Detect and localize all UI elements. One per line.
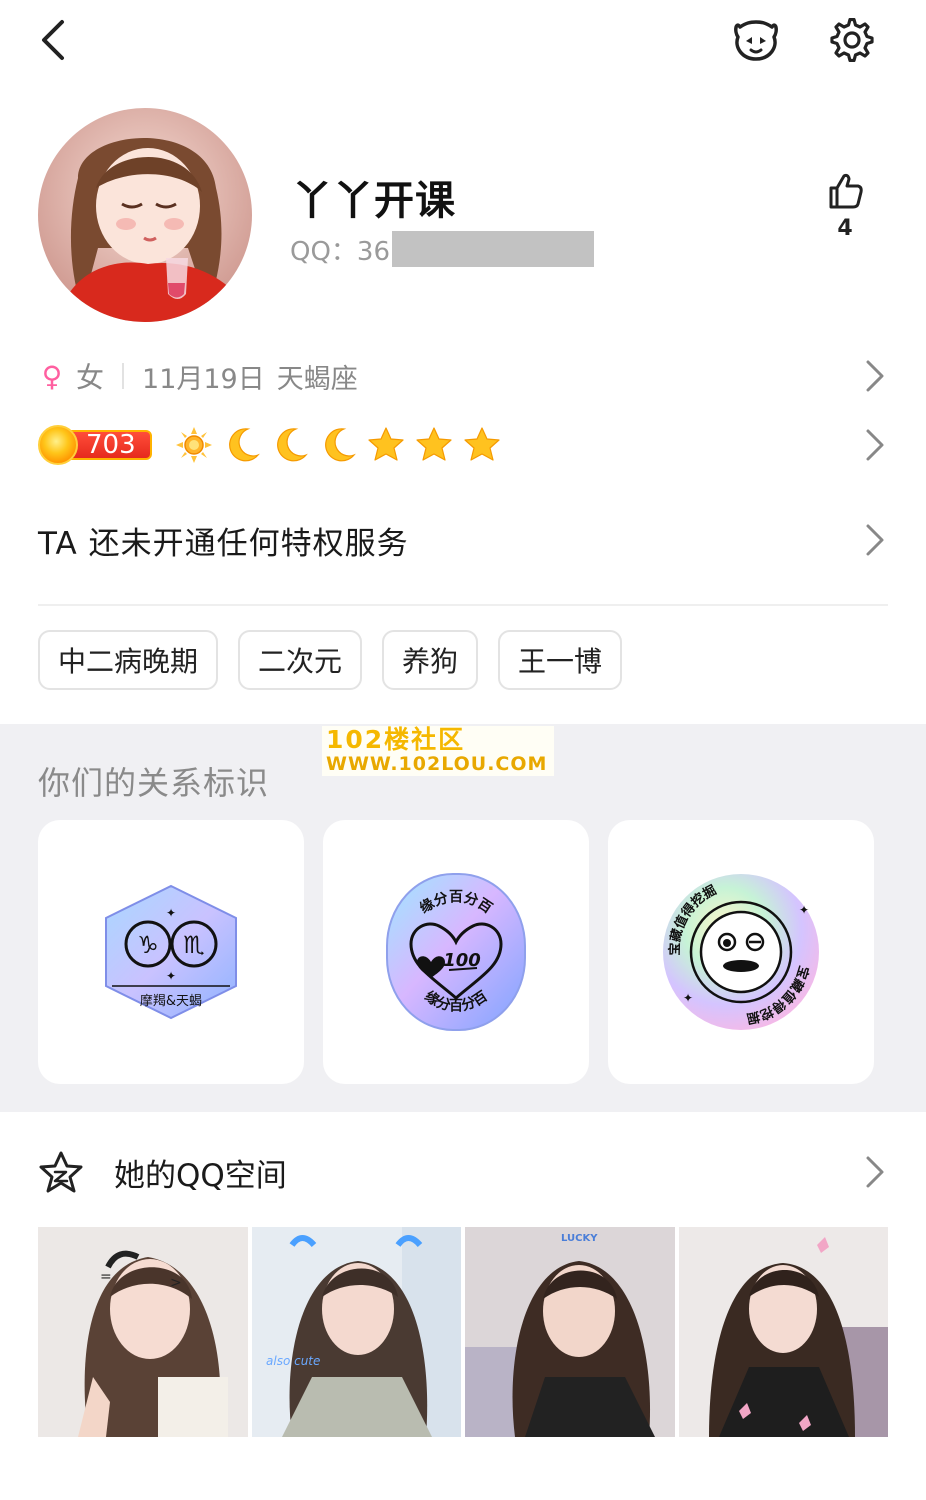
photo-image: LUCKY [465, 1227, 675, 1437]
divider [38, 604, 888, 606]
pet-button[interactable] [728, 12, 784, 68]
back-arrow-icon [42, 20, 64, 60]
avatar[interactable] [38, 108, 252, 322]
level-moon-icon [314, 421, 362, 469]
watermark-url: WWW.102LOU.COM [326, 753, 548, 775]
interest-tags: 中二病晚期 二次元 养狗 王一博 [38, 630, 623, 690]
relation-section: 你们的关系标识 102楼社区 WWW.102LOU.COM ♑ ♏ ✦ ✦ 摩羯… [0, 724, 926, 1112]
photo-image: = > [38, 1227, 248, 1437]
like-button[interactable]: 4 [812, 172, 878, 262]
level-star-icon [458, 421, 506, 469]
gear-icon [830, 18, 874, 62]
svg-text:♏: ♏ [183, 931, 205, 959]
qzone-photo[interactable] [678, 1227, 888, 1437]
photo-image: also cute [251, 1227, 461, 1437]
chevron-right-icon [866, 1156, 884, 1188]
watermark: 102楼社区 WWW.102LOU.COM [322, 726, 554, 776]
svg-text:=: = [100, 1269, 112, 1285]
qq-level-row[interactable]: 703 [38, 418, 888, 472]
separator [122, 363, 125, 389]
relation-title: 你们的关系标识 [38, 764, 270, 802]
level-star-icon [410, 421, 458, 469]
level-sun-icon [170, 421, 218, 469]
pet-face-icon [734, 20, 778, 61]
tag[interactable]: 二次元 [238, 630, 363, 690]
level-badge: 703 [38, 425, 152, 465]
level-moon-icon [218, 421, 266, 469]
privilege-text: TA 还未开通任何特权服务 [38, 525, 409, 562]
chevron-right-icon [866, 429, 884, 461]
qq-label: QQ：36 [290, 236, 391, 267]
female-icon: ♀ [41, 359, 63, 393]
qzone-star-icon [39, 1151, 83, 1193]
chevron-right-icon [866, 360, 884, 392]
back-button[interactable] [26, 12, 82, 68]
qzone-photo[interactable]: also cute [251, 1227, 461, 1437]
zodiac-badge-icon: ♑ ♏ ✦ ✦ 摩羯&天蝎 [105, 884, 237, 1020]
nickname: 丫丫开课 [292, 178, 456, 224]
avatar-image [38, 108, 252, 322]
gender: 女 [76, 361, 105, 394]
svg-text:✦: ✦ [166, 969, 176, 983]
photo-image [678, 1227, 888, 1437]
qzone-photo[interactable]: = > [38, 1227, 248, 1437]
heart-100-badge-icon: 缘分百分百 100 缘分百分百 [386, 873, 526, 1031]
svg-text:♑: ♑ [137, 931, 159, 959]
privilege-row[interactable]: TA 还未开通任何特权服务 [38, 512, 888, 568]
qzone-row[interactable]: 她的QQ空间 [38, 1144, 888, 1200]
settings-button[interactable] [824, 12, 880, 68]
svg-text:✦: ✦ [683, 991, 693, 1005]
relation-card-zodiac[interactable]: ♑ ♏ ✦ ✦ 摩羯&天蝎 [38, 820, 304, 1084]
like-count: 4 [837, 216, 853, 241]
qzone-photos: = > also cute LUCKY [38, 1227, 888, 1437]
relation-card-fate[interactable]: 缘分百分百 100 缘分百分百 [323, 820, 589, 1084]
zodiac-badge-label: 摩羯&天蝎 [140, 993, 202, 1009]
qzone-photo[interactable]: LUCKY [465, 1227, 675, 1437]
svg-text:>: > [170, 1275, 182, 1291]
treasure-face-badge-icon: 宝藏值得挖掘 宝藏值得挖掘 ✦ ✦ [663, 874, 819, 1030]
svg-text:✦: ✦ [166, 906, 176, 920]
birthday: 11月19日 [142, 363, 265, 395]
qq-number: QQ：36 [290, 230, 595, 268]
photo-caption: also cute [266, 1354, 320, 1368]
level-moon-icon [266, 421, 314, 469]
relation-card-treasure[interactable]: 宝藏值得挖掘 宝藏值得挖掘 ✦ ✦ [608, 820, 874, 1084]
tag[interactable]: 王一博 [498, 630, 623, 690]
level-star-icon [362, 421, 410, 469]
basic-info-row[interactable]: ♀ 女 11月19日 天蝎座 [38, 350, 888, 402]
tag[interactable]: 中二病晚期 [38, 630, 219, 690]
photo-caption: LUCKY [561, 1233, 598, 1244]
chevron-right-icon [866, 524, 884, 556]
qzone-title: 她的QQ空间 [114, 1157, 287, 1194]
tag[interactable]: 养狗 [382, 630, 479, 690]
level-number: 703 [86, 430, 136, 460]
level-coin-icon [38, 425, 78, 465]
qq-mask [392, 231, 595, 267]
svg-text:✦: ✦ [799, 903, 809, 917]
thumbs-up-icon [829, 173, 863, 209]
zodiac: 天蝎座 [276, 363, 358, 395]
level-icons [170, 421, 506, 469]
watermark-title: 102楼社区 [326, 725, 466, 754]
